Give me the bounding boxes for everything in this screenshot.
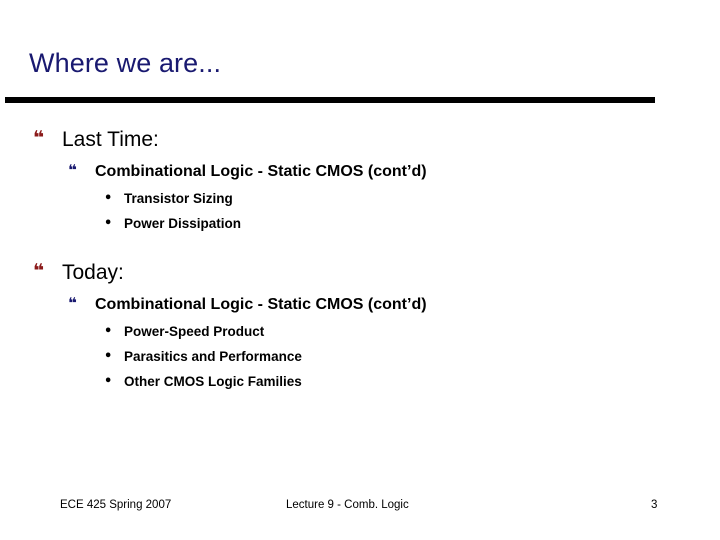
dot-bullet-icon: •: [104, 191, 113, 206]
bullet-level3-label: Transistor Sizing: [124, 191, 233, 206]
bullet-level1-label: Last Time:: [62, 128, 159, 151]
dot-bullet-icon: •: [104, 216, 113, 231]
bullet-level3-label: Other CMOS Logic Families: [124, 374, 302, 389]
bullet-level3-label: Parasitics and Performance: [124, 349, 302, 364]
footer-lecture-label: Lecture 9 - Comb. Logic: [286, 499, 409, 511]
quote-bullet-icon: ❝: [68, 294, 77, 312]
slide-footer: ECE 425 Spring 2007 Lecture 9 - Comb. Lo…: [0, 496, 720, 514]
dot-bullet-icon: •: [104, 324, 113, 339]
slide-body: ❝ Last Time: ❝ Combinational Logic - Sta…: [0, 126, 720, 392]
quote-bullet-icon: ❝: [68, 161, 77, 179]
footer-page-number: 3: [651, 499, 658, 511]
bullet-level3-label: Power Dissipation: [124, 216, 242, 231]
bullet-level3-power-dissipation: • Power Dissipation: [0, 213, 720, 234]
bullet-level3-other-cmos-logic-families: • Other CMOS Logic Families: [0, 371, 720, 392]
bullet-level1-last-time: ❝ Last Time:: [0, 126, 720, 154]
slide-canvas: Where we are... ❝ Last Time: ❝ Combinati…: [0, 0, 720, 540]
bullet-level2-combinational-logic: ❝ Combinational Logic - Static CMOS (con…: [0, 160, 720, 184]
bullet-level2-combinational-logic: ❝ Combinational Logic - Static CMOS (con…: [0, 293, 720, 317]
title-divider-rule: [5, 97, 655, 103]
bullet-level3-power-speed-product: • Power-Speed Product: [0, 321, 720, 342]
bullet-level3-parasitics-and-performance: • Parasitics and Performance: [0, 346, 720, 367]
dot-bullet-icon: •: [104, 374, 113, 389]
bullet-level1-label: Today:: [62, 261, 124, 284]
quote-bullet-icon: ❝: [33, 127, 45, 149]
bullet-level3-label: Power-Speed Product: [124, 324, 265, 339]
page-title: Where we are...: [29, 48, 222, 78]
quote-bullet-icon: ❝: [33, 260, 45, 282]
dot-bullet-icon: •: [104, 349, 113, 364]
bullet-level3-transistor-sizing: • Transistor Sizing: [0, 188, 720, 209]
bullet-level2-label: Combinational Logic - Static CMOS (cont’…: [95, 163, 427, 180]
bullet-level2-label: Combinational Logic - Static CMOS (cont’…: [95, 296, 427, 313]
bullet-level1-today: ❝ Today:: [0, 259, 720, 287]
footer-course-label: ECE 425 Spring 2007: [60, 499, 172, 511]
